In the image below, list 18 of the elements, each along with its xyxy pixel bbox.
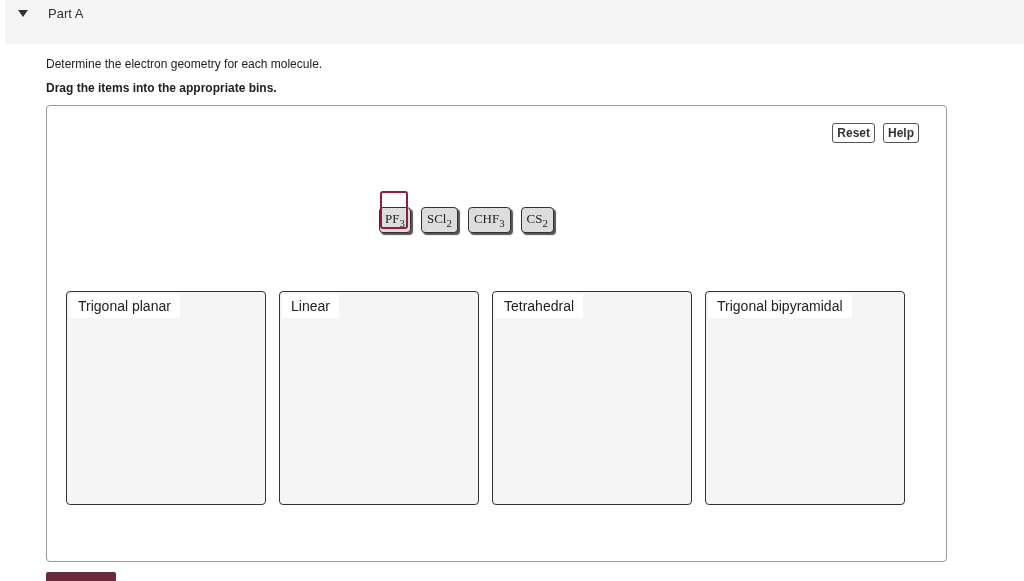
draggable-item[interactable]: SCl$_{2}$ xyxy=(420,207,458,233)
draggable-item[interactable]: CS$_{2}$ xyxy=(520,207,554,233)
bin-label: Trigonal bipyramidal xyxy=(708,293,852,318)
part-title: Part A xyxy=(48,6,84,21)
drop-bin[interactable]: Trigonal planar xyxy=(66,290,266,505)
part-header[interactable]: Part A xyxy=(5,0,1024,44)
task-text: Drag the items into the appropriate bins. xyxy=(46,81,278,95)
drop-bin[interactable]: Linear xyxy=(279,290,479,505)
bin-label: Linear xyxy=(282,293,339,318)
drop-bin[interactable]: Tetrahedral xyxy=(492,290,692,505)
collapse-triangle-icon[interactable] xyxy=(18,10,28,17)
bin-label: Trigonal planar xyxy=(69,293,180,318)
help-button[interactable]: Help xyxy=(883,123,919,143)
instructions-text: Determine the electron geometry for each molecule. xyxy=(46,57,324,71)
draggable-item[interactable]: CHF$_{3}$ xyxy=(467,207,511,233)
reset-button[interactable]: Reset xyxy=(832,123,875,143)
bin-label: Tetrahedral xyxy=(495,293,584,318)
drop-bin[interactable]: Trigonal bipyramidal xyxy=(705,290,905,505)
